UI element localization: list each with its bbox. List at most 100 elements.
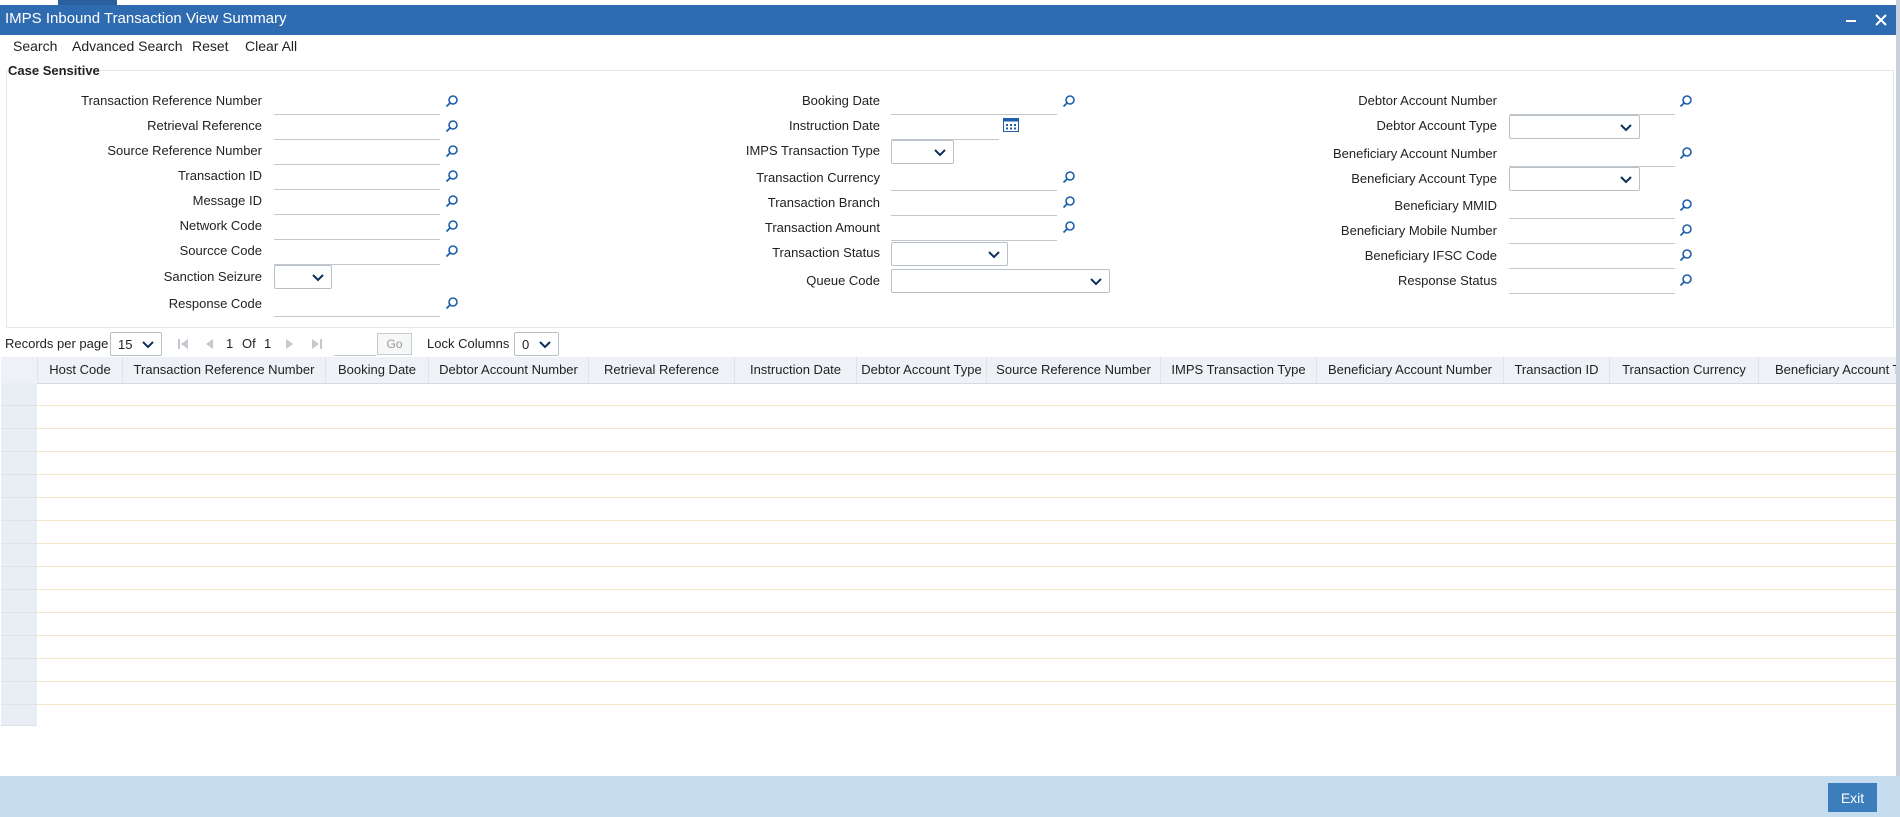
row-selector[interactable] (1, 383, 37, 406)
source-reference-number-input[interactable] (274, 142, 440, 165)
search-icon[interactable] (1062, 195, 1076, 209)
column-header[interactable]: Beneficiary Account T (1759, 357, 1898, 383)
beneficiary-account-type-select[interactable] (1509, 167, 1640, 191)
search-icon[interactable] (445, 194, 459, 208)
column-header[interactable]: Retrieval Reference (589, 357, 735, 383)
beneficiary-mobile-number-input[interactable] (1509, 221, 1675, 244)
search-icon[interactable] (1679, 198, 1693, 212)
search-icon[interactable] (1679, 273, 1693, 287)
table-row[interactable] (37, 682, 1898, 705)
response-status-input[interactable] (1509, 271, 1675, 294)
column-header[interactable]: Debtor Account Type (857, 357, 987, 383)
column-header[interactable]: Instruction Date (735, 357, 857, 383)
table-row[interactable] (37, 406, 1898, 429)
search-icon[interactable] (445, 169, 459, 183)
column-header[interactable]: Host Code (38, 357, 123, 383)
row-selector[interactable] (1, 636, 37, 659)
transaction-id-input[interactable] (274, 167, 440, 190)
exit-button[interactable]: Exit (1828, 783, 1877, 812)
search-icon[interactable] (1679, 248, 1693, 262)
vertical-scrollbar[interactable] (1896, 0, 1900, 776)
minimize-icon[interactable] (1840, 8, 1862, 32)
row-selector[interactable] (1, 659, 37, 682)
reset-button[interactable]: Reset (192, 38, 229, 54)
clear-all-button[interactable]: Clear All (245, 38, 297, 54)
search-icon[interactable] (1062, 220, 1076, 234)
transaction-amount-input[interactable] (891, 218, 1057, 241)
row-selector[interactable] (1, 406, 37, 429)
search-icon[interactable] (1062, 170, 1076, 184)
calendar-icon[interactable] (1003, 117, 1019, 132)
last-page-icon[interactable] (311, 338, 323, 350)
search-icon[interactable] (445, 219, 459, 233)
search-icon[interactable] (445, 119, 459, 133)
message-id-input[interactable] (274, 192, 440, 215)
records-per-page-select[interactable]: 15 (110, 332, 162, 356)
search-icon[interactable] (1679, 94, 1693, 108)
debtor-account-number-input[interactable] (1509, 92, 1675, 115)
table-row[interactable] (37, 567, 1898, 590)
transaction-currency-input[interactable] (891, 168, 1057, 191)
table-row[interactable] (37, 613, 1898, 636)
retrieval-reference-input[interactable] (274, 117, 440, 140)
instruction-date-input[interactable] (891, 117, 999, 140)
table-row[interactable] (37, 705, 1898, 725)
table-row[interactable] (37, 475, 1898, 498)
beneficiary-account-number-input[interactable] (1509, 144, 1675, 167)
booking-date-input[interactable] (891, 92, 1057, 115)
row-selector[interactable] (1, 613, 37, 636)
search-icon[interactable] (445, 296, 459, 310)
search-icon[interactable] (445, 144, 459, 158)
table-row[interactable] (37, 636, 1898, 659)
beneficiary-ifsc-code-input[interactable] (1509, 246, 1675, 269)
close-icon[interactable] (1870, 8, 1892, 32)
response-code-input[interactable] (274, 294, 440, 317)
column-header[interactable]: Booking Date (326, 357, 429, 383)
row-selector[interactable] (1, 429, 37, 452)
advanced-search-button[interactable]: Advanced Search (72, 38, 183, 54)
debtor-account-type-select[interactable] (1509, 115, 1640, 139)
row-selector[interactable] (1, 475, 37, 498)
column-header[interactable]: Transaction Currency (1610, 357, 1759, 383)
row-selector[interactable] (1, 590, 37, 613)
column-header[interactable]: Source Reference Number (987, 357, 1161, 383)
network-code-input[interactable] (274, 217, 440, 240)
row-selector[interactable] (1, 521, 37, 544)
column-header[interactable]: Debtor Account Number (429, 357, 589, 383)
lock-columns-select[interactable]: 0 (514, 332, 559, 356)
goto-page-input[interactable] (334, 335, 376, 356)
source-code-input[interactable] (274, 242, 440, 265)
column-header[interactable]: IMPS Transaction Type (1161, 357, 1317, 383)
search-icon[interactable] (1679, 146, 1693, 160)
first-page-icon[interactable] (177, 338, 189, 350)
table-row[interactable] (37, 590, 1898, 613)
search-icon[interactable] (1062, 94, 1076, 108)
table-row[interactable] (37, 659, 1898, 682)
search-icon[interactable] (1679, 223, 1693, 237)
row-selector[interactable] (1, 498, 37, 521)
transaction-branch-input[interactable] (891, 193, 1057, 216)
row-selector[interactable] (1, 705, 37, 726)
search-button[interactable]: Search (13, 38, 57, 54)
previous-page-icon[interactable] (204, 338, 216, 350)
table-row[interactable] (37, 498, 1898, 521)
column-header[interactable]: Transaction ID (1504, 357, 1610, 383)
table-row[interactable] (37, 383, 1898, 406)
table-row[interactable] (37, 452, 1898, 475)
transaction-reference-number-input[interactable] (274, 92, 440, 115)
beneficiary-mmid-input[interactable] (1509, 196, 1675, 219)
row-selector[interactable] (1, 567, 37, 590)
go-button[interactable]: Go (377, 333, 412, 355)
table-row[interactable] (37, 521, 1898, 544)
transaction-status-select[interactable] (891, 242, 1008, 266)
row-selector[interactable] (1, 544, 37, 567)
sanction-seizure-select[interactable] (274, 265, 332, 289)
next-page-icon[interactable] (283, 338, 295, 350)
column-header[interactable]: Transaction Reference Number (123, 357, 326, 383)
row-selector[interactable] (1, 452, 37, 475)
table-row[interactable] (37, 544, 1898, 567)
select-all-cell[interactable] (1, 357, 38, 383)
imps-transaction-type-select[interactable] (891, 140, 954, 164)
row-selector[interactable] (1, 682, 37, 705)
search-icon[interactable] (445, 244, 459, 258)
